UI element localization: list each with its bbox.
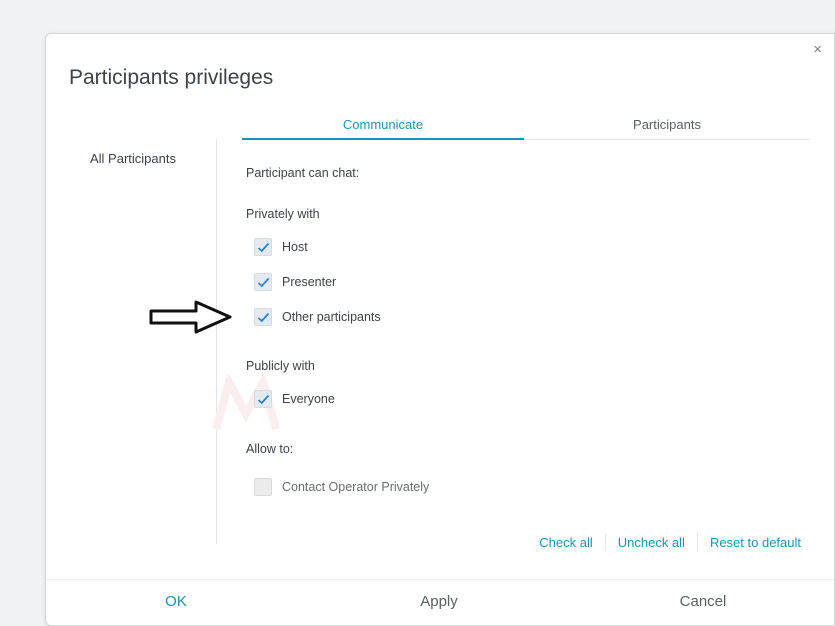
cancel-button[interactable]: Cancel (643, 593, 763, 610)
checkmark-icon (257, 242, 269, 252)
privately-heading: Privately with (246, 207, 320, 221)
chat-intro-label: Participant can chat: (246, 166, 360, 180)
ok-button[interactable]: OK (116, 593, 236, 610)
checkbox-other-participants[interactable] (254, 308, 272, 326)
sidebar-item-all-participants[interactable]: All Participants (68, 151, 198, 166)
publicly-heading: Publicly with (246, 359, 315, 373)
check-all-link[interactable]: Check all (539, 535, 592, 550)
checkmark-icon (257, 312, 269, 322)
checkbox-row-contact-operator[interactable]: Contact Operator Privately (254, 477, 429, 497)
checkbox-row-everyone[interactable]: Everyone (254, 389, 335, 409)
checkbox-row-presenter[interactable]: Presenter (254, 272, 336, 292)
apply-button[interactable]: Apply (379, 593, 499, 610)
bulk-actions: Check all Uncheck all Reset to default (539, 533, 801, 551)
checkmark-icon (257, 277, 269, 287)
checkbox-label-everyone: Everyone (282, 392, 335, 406)
checkbox-presenter[interactable] (254, 273, 272, 291)
tab-communicate[interactable]: Communicate (242, 116, 524, 140)
dialog-title: Participants privileges (69, 66, 274, 89)
reset-default-link[interactable]: Reset to default (710, 535, 801, 550)
annotation-arrow-icon (149, 300, 232, 334)
checkbox-label-contact-operator: Contact Operator Privately (282, 480, 430, 494)
checkbox-row-host[interactable]: Host (254, 237, 308, 257)
close-icon[interactable]: × (813, 42, 822, 57)
checkbox-row-other-participants[interactable]: Other participants (254, 307, 381, 327)
checkbox-label-other-participants: Other participants (282, 310, 381, 324)
checkbox-host[interactable] (254, 238, 272, 256)
link-separator (696, 533, 698, 551)
footer-divider (46, 579, 834, 580)
checkbox-label-presenter: Presenter (282, 275, 337, 289)
checkmark-icon (257, 394, 269, 404)
tab-participants[interactable]: Participants (524, 116, 810, 140)
uncheck-all-link[interactable]: Uncheck all (618, 535, 685, 550)
checkbox-label-host: Host (282, 240, 308, 254)
link-separator (604, 533, 606, 551)
allow-heading: Allow to: (246, 442, 294, 456)
tab-bar: Communicate Participants (242, 116, 810, 140)
sidebar-divider (216, 139, 217, 544)
checkbox-everyone[interactable] (254, 390, 272, 408)
checkbox-contact-operator[interactable] (254, 478, 272, 496)
